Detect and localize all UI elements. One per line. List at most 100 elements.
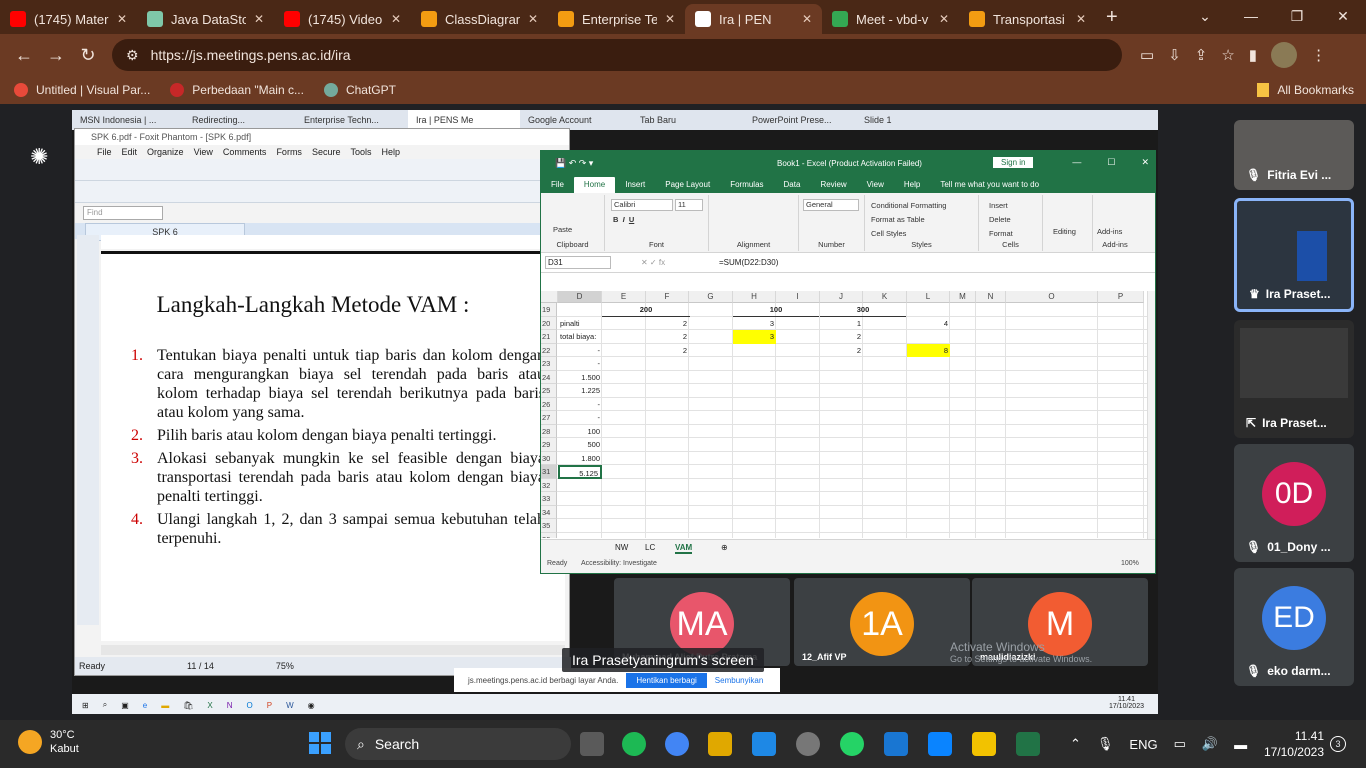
participant-tile[interactable]: ⇱ Ira Praset... — [1234, 320, 1354, 438]
tab-close-icon[interactable]: ✕ — [117, 12, 127, 26]
inner-browser-tab[interactable]: Google Account — [520, 115, 632, 125]
close-button[interactable]: ✕ — [1141, 157, 1149, 168]
tab-close-icon[interactable]: ✕ — [939, 12, 949, 26]
browser-tab[interactable]: Transportasi ✕ — [959, 4, 1096, 34]
cell-h20[interactable]: 3 — [733, 317, 776, 331]
file-explorer-icon[interactable] — [708, 732, 732, 756]
add-sheet-icon[interactable]: ⊕ — [721, 543, 728, 552]
foxit-menu-item[interactable]: Tools — [350, 147, 371, 157]
task-view-icon[interactable] — [580, 732, 604, 756]
tab-search-icon[interactable]: ⌄ — [1182, 0, 1228, 34]
row-header[interactable]: 35 — [541, 519, 557, 533]
browser-tab[interactable]: Enterprise Te ✕ — [548, 4, 685, 34]
minimize-button[interactable]: — — [1072, 157, 1081, 168]
column-header[interactable]: E — [602, 291, 646, 303]
spotify-icon[interactable] — [622, 732, 646, 756]
new-tab-button[interactable]: + — [1106, 6, 1118, 29]
cell-f20[interactable]: 2 — [646, 317, 689, 331]
cell-l22[interactable]: 8 — [907, 343, 950, 357]
close-window-button[interactable]: ✕ — [1320, 0, 1366, 34]
ribbon-tab[interactable]: Page Layout — [655, 177, 720, 193]
row-header[interactable]: 29 — [541, 438, 557, 452]
store-icon[interactable]: 🛍 — [183, 701, 193, 710]
cell-j21[interactable]: 2 — [820, 330, 863, 344]
tab-close-icon[interactable]: ✕ — [665, 12, 675, 26]
cell-d27[interactable]: - — [558, 411, 602, 425]
browser-tab[interactable]: Ira | PEN ✕ — [685, 4, 822, 34]
font-size-select[interactable]: 11 — [675, 199, 703, 211]
tab-close-icon[interactable]: ✕ — [802, 12, 812, 26]
restore-button[interactable]: ☐ — [1107, 157, 1115, 168]
column-header[interactable]: F — [646, 291, 689, 303]
taskbar-clock[interactable]: 11.41 17/10/2023 — [1262, 728, 1324, 760]
ribbon-tab[interactable]: Insert — [615, 177, 655, 193]
worksheet-grid[interactable]: D E F G H I J K L M N O P 19 20 21 22 23 24 25 26 27 28 29 30 31 3… — [541, 291, 1149, 538]
signin-button[interactable]: Sign in — [993, 157, 1034, 168]
sheet-tab[interactable]: VAM — [675, 543, 693, 554]
row-header[interactable]: 22 — [541, 343, 557, 357]
sheet-tab[interactable]: LC — [645, 543, 655, 552]
column-header[interactable]: G — [689, 291, 733, 303]
ribbon-tab[interactable]: View — [857, 177, 894, 193]
cell-d20[interactable]: pinalti — [558, 317, 602, 331]
row-header[interactable]: 30 — [541, 451, 557, 465]
cell-d23[interactable]: - — [558, 357, 602, 371]
ribbon-tab[interactable]: Review — [810, 177, 856, 193]
row-header[interactable]: 27 — [541, 411, 557, 425]
column-header[interactable]: D — [558, 291, 602, 303]
cell-f22[interactable]: 2 — [646, 344, 689, 358]
weather-widget[interactable]: 30°C Kabut — [18, 728, 79, 756]
foxit-menu-item[interactable]: Forms — [276, 147, 302, 157]
column-header[interactable]: L — [907, 291, 950, 303]
inner-browser-tab[interactable]: Redirecting... — [184, 115, 296, 125]
cell-d25[interactable]: 1.225 — [558, 384, 602, 398]
delete-cells-button[interactable]: Delete — [989, 215, 1011, 224]
cell-j19[interactable]: 300 — [820, 303, 906, 317]
taskbar-search[interactable]: ⌕ Search — [345, 728, 571, 760]
column-header[interactable]: K — [863, 291, 907, 303]
cell-d30[interactable]: 1.800 — [558, 452, 602, 466]
formula-input[interactable]: =SUM(D22:D30) — [719, 258, 778, 267]
foxit-menu-item[interactable]: Organize — [147, 147, 184, 157]
powerpoint-icon[interactable]: P — [267, 701, 272, 710]
excel-taskbar-icon[interactable]: X — [207, 701, 212, 710]
browser-tab[interactable]: ClassDiagran ✕ — [411, 4, 548, 34]
row-header[interactable]: 31 — [541, 465, 557, 479]
bookmark-item[interactable]: Perbedaan "Main c... — [170, 83, 304, 97]
browser-tab[interactable]: (1745) Video ✕ — [274, 4, 411, 34]
menu-icon[interactable]: ⋮ — [1311, 46, 1326, 64]
browser-tab[interactable]: (1745) Mater ✕ — [0, 4, 137, 34]
participant-tile[interactable]: 0D 🎙 01_Dony ... — [1234, 444, 1354, 562]
onenote-icon[interactable]: N — [227, 701, 233, 710]
ribbon-tab[interactable]: Data — [774, 177, 811, 193]
cell-e19[interactable]: 200 — [602, 303, 690, 317]
ribbon-tab[interactable]: Help — [894, 177, 930, 193]
whatsapp-icon[interactable] — [840, 732, 864, 756]
side-panel-icon[interactable]: ▮ — [1249, 46, 1257, 64]
cell-j20[interactable]: 1 — [820, 317, 863, 331]
task-view-icon[interactable]: ▣ — [121, 701, 129, 710]
cell-h19[interactable]: 100 — [733, 303, 819, 317]
find-input[interactable]: Find — [83, 206, 163, 220]
virtualbox-icon[interactable] — [884, 732, 908, 756]
format-as-table-button[interactable]: Format as Table — [871, 215, 925, 224]
minimize-button[interactable]: — — [1228, 0, 1274, 34]
row-header[interactable]: 20 — [541, 316, 557, 330]
quick-access-icons[interactable]: 💾 ↶ ↷ ▾ — [555, 158, 593, 169]
row-header[interactable]: 32 — [541, 478, 557, 492]
tab-close-icon[interactable]: ✕ — [254, 12, 264, 26]
sheet-tab[interactable]: NW — [615, 543, 628, 552]
column-header[interactable]: J — [820, 291, 863, 303]
cell-d29[interactable]: 500 — [558, 438, 602, 452]
inner-browser-tab[interactable]: Enterprise Techn... — [296, 115, 408, 125]
tab-close-icon[interactable]: ✕ — [391, 12, 401, 26]
participant-tile[interactable]: 1A 12_Afif VP — [794, 578, 970, 666]
row-header[interactable]: 23 — [541, 357, 557, 371]
profile-avatar[interactable] — [1271, 42, 1298, 68]
bookmark-item[interactable]: ChatGPT — [323, 83, 396, 97]
battery-icon[interactable]: ▬ — [1234, 737, 1247, 752]
inner-browser-tab[interactable]: Slide 1 — [856, 115, 968, 125]
inner-browser-tab[interactable]: MSN Indonesia | ... — [72, 115, 184, 125]
notes-app-icon[interactable] — [972, 732, 996, 756]
stop-sharing-button[interactable]: Hentikan berbagi — [626, 672, 707, 688]
